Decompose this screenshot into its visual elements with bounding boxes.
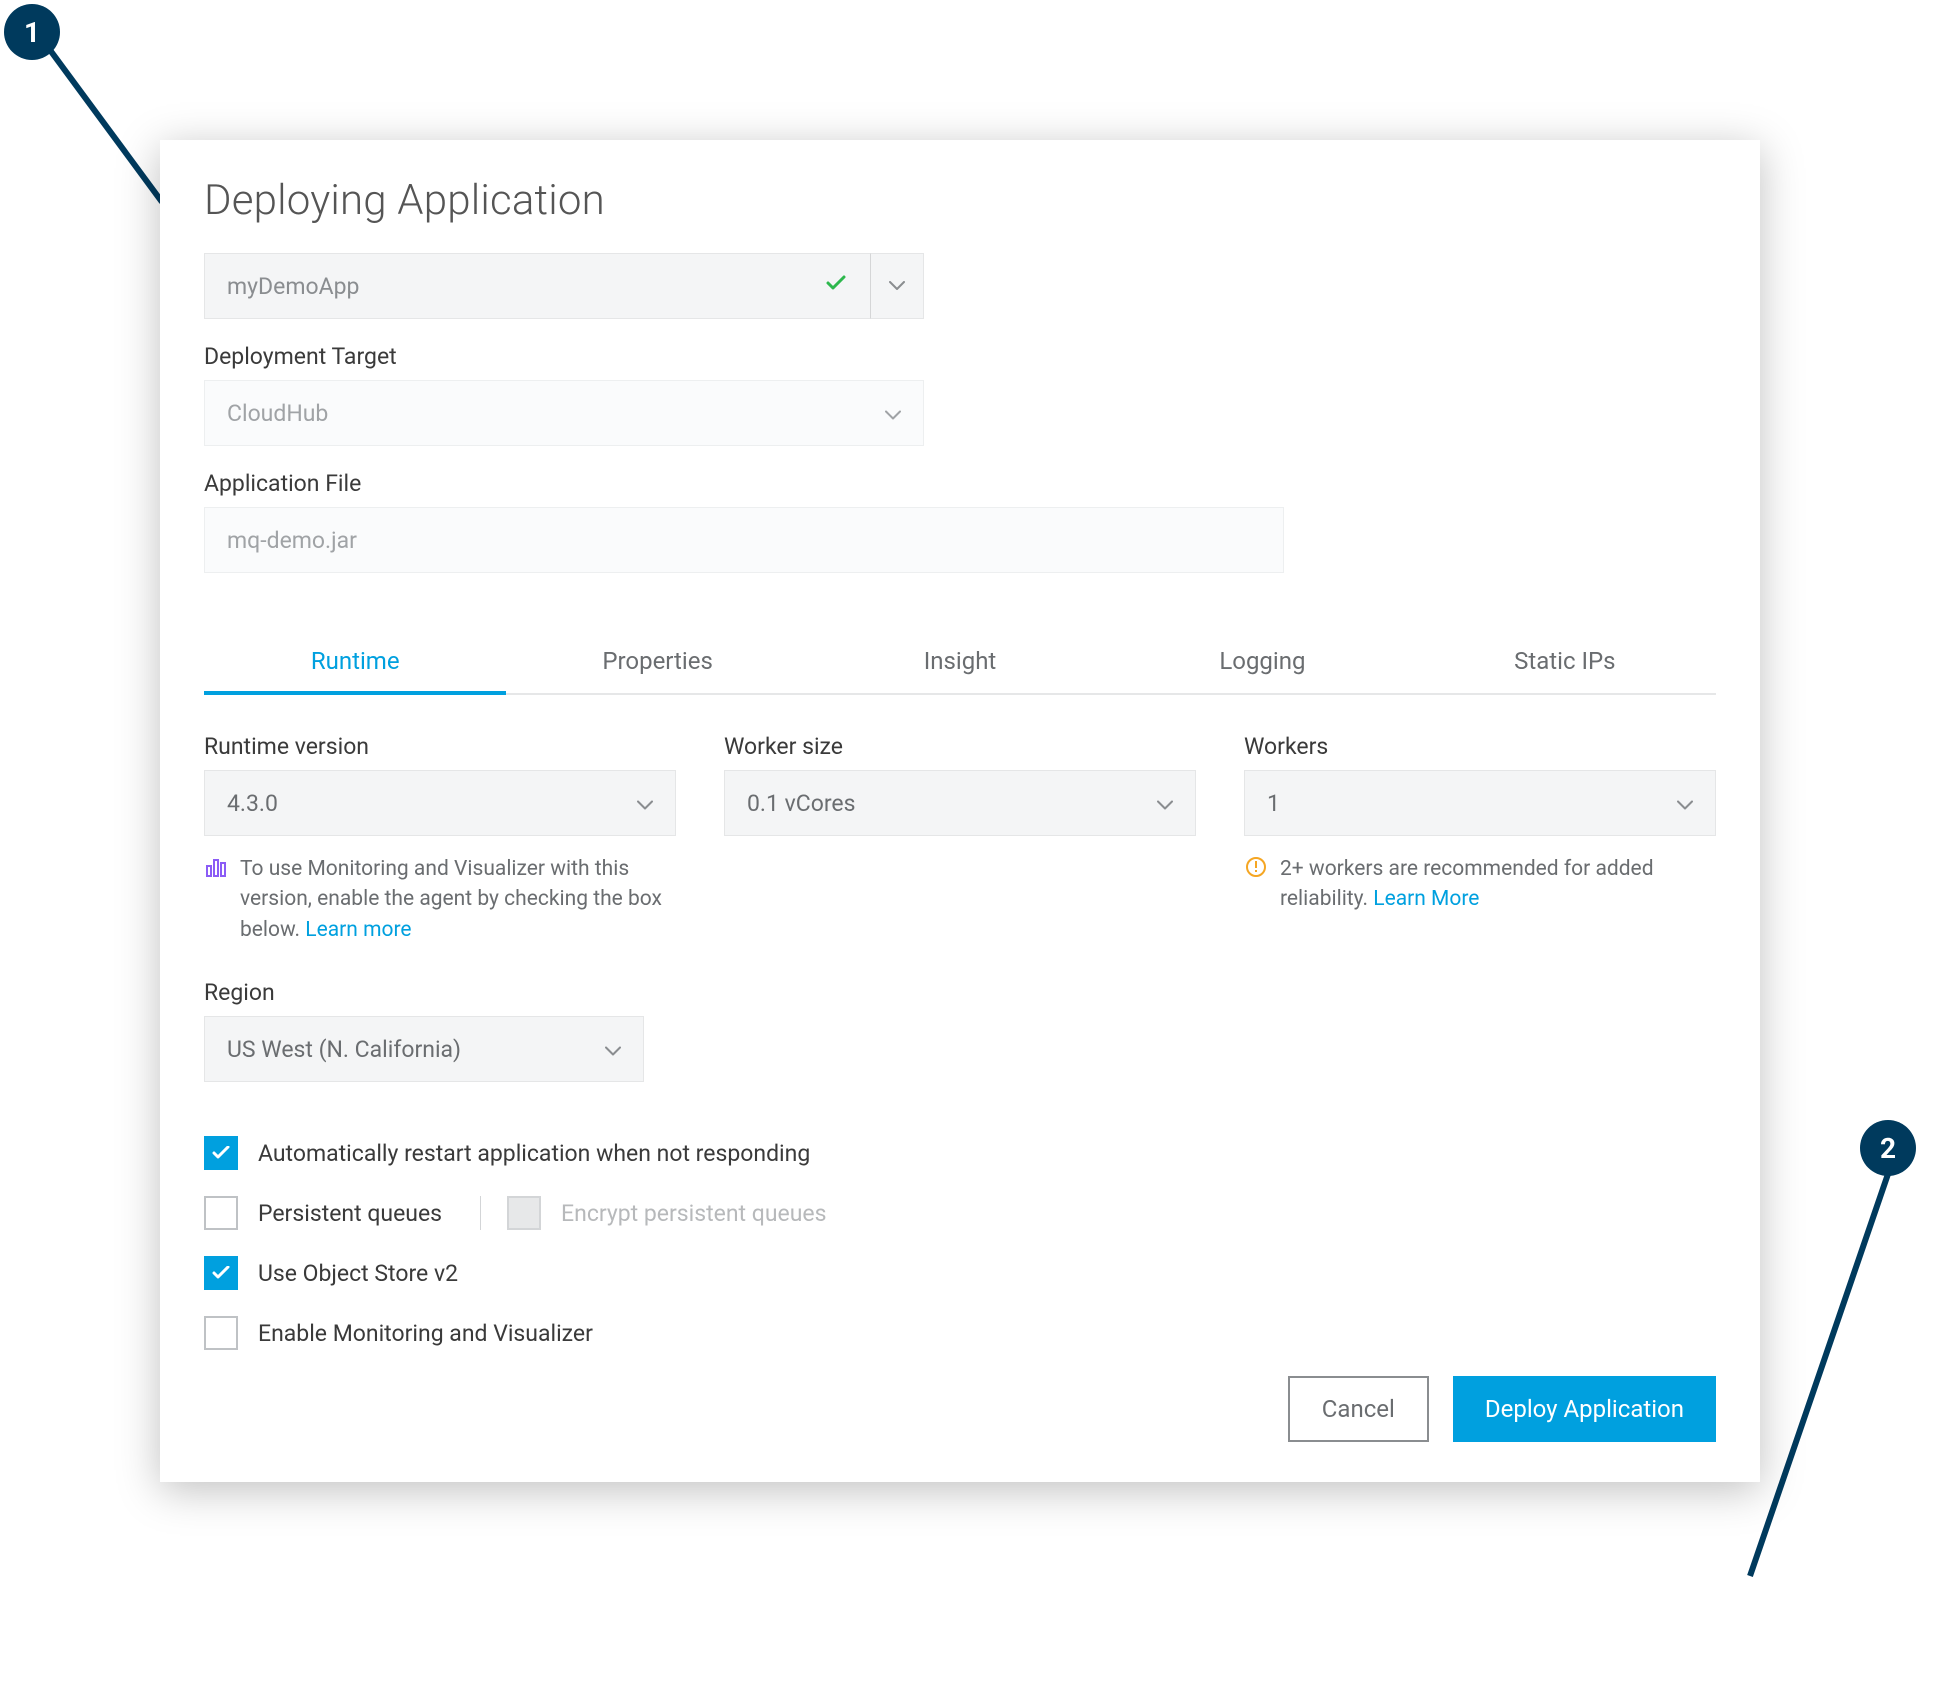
- runtime-version-hint: To use Monitoring and Visualizer with th…: [204, 854, 676, 945]
- enable-monitoring-checkbox[interactable]: [204, 1316, 238, 1350]
- deployment-target-value: CloudHub: [227, 400, 328, 427]
- chevron-down-icon: [889, 281, 905, 291]
- object-store-v2-label: Use Object Store v2: [258, 1260, 458, 1287]
- encrypt-persistent-queues-label: Encrypt persistent queues: [561, 1200, 826, 1227]
- deploy-application-button[interactable]: Deploy Application: [1453, 1376, 1716, 1442]
- chevron-down-icon: [605, 1036, 621, 1063]
- workers-label: Workers: [1244, 733, 1716, 760]
- region-value: US West (N. California): [227, 1036, 461, 1063]
- tabs: Runtime Properties Insight Logging Stati…: [204, 629, 1716, 695]
- chevron-down-icon: [885, 400, 901, 427]
- chevron-down-icon: [637, 790, 653, 817]
- warning-icon: [1244, 854, 1268, 915]
- workers-value: 1: [1267, 790, 1280, 817]
- deployment-target-label: Deployment Target: [204, 343, 1716, 370]
- deploy-application-modal: Deploying Application myDemoApp Deployme…: [160, 140, 1760, 1482]
- callout-1-number: 1: [24, 16, 40, 49]
- workers-learn-more-link[interactable]: Learn More: [1373, 887, 1479, 911]
- auto-restart-label: Automatically restart application when n…: [258, 1140, 810, 1167]
- runtime-version-hint-text: To use Monitoring and Visualizer with th…: [240, 854, 676, 945]
- application-file-field[interactable]: mq-demo.jar: [204, 507, 1284, 573]
- runtime-version-hint-body: To use Monitoring and Visualizer with th…: [240, 857, 662, 942]
- application-file-value: mq-demo.jar: [227, 527, 357, 554]
- runtime-version-learn-more-link[interactable]: Learn more: [305, 918, 411, 942]
- persistent-queues-checkbox[interactable]: [204, 1196, 238, 1230]
- callout-2-number: 2: [1880, 1132, 1896, 1165]
- enable-monitoring-label: Enable Monitoring and Visualizer: [258, 1320, 593, 1347]
- tab-static-ips[interactable]: Static IPs: [1414, 629, 1716, 693]
- worker-size-value: 0.1 vCores: [747, 790, 856, 817]
- app-name-input[interactable]: myDemoApp: [204, 253, 870, 319]
- chevron-down-icon: [1677, 790, 1693, 817]
- persistent-queues-label: Persistent queues: [258, 1200, 442, 1227]
- runtime-version-value: 4.3.0: [227, 790, 278, 817]
- cancel-button[interactable]: Cancel: [1288, 1376, 1429, 1442]
- callout-2-leader: [1740, 1170, 1900, 1590]
- runtime-version-select[interactable]: 4.3.0: [204, 770, 676, 836]
- tab-runtime[interactable]: Runtime: [204, 629, 506, 693]
- tab-insight[interactable]: Insight: [809, 629, 1111, 693]
- encrypt-persistent-queues-checkbox: [507, 1196, 541, 1230]
- workers-select[interactable]: 1: [1244, 770, 1716, 836]
- object-store-v2-checkbox[interactable]: [204, 1256, 238, 1290]
- valid-check-icon: [824, 271, 848, 301]
- tab-logging[interactable]: Logging: [1111, 629, 1413, 693]
- separator: [480, 1196, 481, 1230]
- worker-size-select[interactable]: 0.1 vCores: [724, 770, 1196, 836]
- deployment-target-select[interactable]: CloudHub: [204, 380, 924, 446]
- auto-restart-checkbox[interactable]: [204, 1136, 238, 1170]
- region-label: Region: [204, 979, 1716, 1006]
- deploy-button-label: Deploy Application: [1485, 1395, 1684, 1423]
- callout-badge-1: 1: [4, 4, 60, 60]
- workers-hint-text: 2+ workers are recommended for added rel…: [1280, 854, 1716, 915]
- app-name-value: myDemoApp: [227, 273, 359, 300]
- region-select[interactable]: US West (N. California): [204, 1016, 644, 1082]
- runtime-version-label: Runtime version: [204, 733, 676, 760]
- modal-title: Deploying Application: [204, 176, 1716, 225]
- worker-size-label: Worker size: [724, 733, 1196, 760]
- chevron-down-icon: [1157, 790, 1173, 817]
- callout-badge-2: 2: [1860, 1120, 1916, 1176]
- app-name-dropdown-button[interactable]: [870, 253, 924, 319]
- monitoring-icon: [204, 854, 228, 945]
- tab-properties[interactable]: Properties: [506, 629, 808, 693]
- workers-hint: 2+ workers are recommended for added rel…: [1244, 854, 1716, 915]
- callout-1-leader: [32, 32, 172, 212]
- application-file-label: Application File: [204, 470, 1716, 497]
- cancel-button-label: Cancel: [1322, 1395, 1395, 1423]
